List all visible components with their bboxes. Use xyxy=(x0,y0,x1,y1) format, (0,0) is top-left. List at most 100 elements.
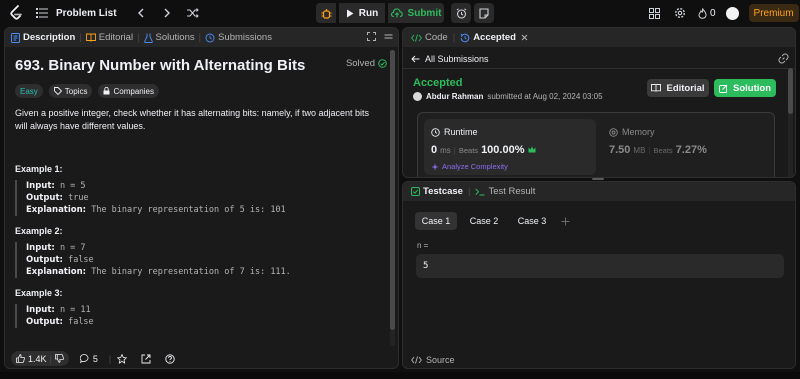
run-submit-group: Run Submit xyxy=(316,3,494,23)
memory-value: 7.50 xyxy=(609,144,631,156)
debug-button[interactable] xyxy=(316,3,336,23)
result-tabs: Code | Accepted xyxy=(403,28,795,47)
runtime-header: Runtime xyxy=(431,127,478,137)
thumbs-down-icon[interactable] xyxy=(54,354,64,363)
chevron-right-icon[interactable] xyxy=(159,5,175,21)
analyze-complexity-link[interactable]: Analyze Complexity xyxy=(431,162,508,171)
book-icon xyxy=(85,33,96,42)
flask-icon xyxy=(143,33,153,43)
layout-grid-icon[interactable] xyxy=(646,5,662,21)
runtime-beats: 100.00% xyxy=(481,144,525,156)
variable-input[interactable]: 5 xyxy=(416,254,784,278)
tab-testcase[interactable]: Testcase xyxy=(411,186,463,197)
add-case-icon[interactable] xyxy=(561,217,570,226)
minimize-icon[interactable] xyxy=(384,32,393,41)
case-tab[interactable]: Case 1 xyxy=(415,212,457,230)
close-icon[interactable] xyxy=(521,34,528,41)
tab-accepted[interactable]: Accepted xyxy=(460,32,528,43)
example-block: Input: n = 7 Output: false Explanation: … xyxy=(15,242,391,278)
solution-button[interactable]: Solution xyxy=(714,79,776,97)
companies-tag[interactable]: Companies xyxy=(98,84,159,98)
author-name[interactable]: Abdur Rahman xyxy=(426,92,483,101)
topics-tag[interactable]: Topics xyxy=(48,84,93,98)
chevron-left-icon[interactable] xyxy=(133,5,149,21)
sparkle-icon xyxy=(431,163,439,171)
alarm-clock-button[interactable] xyxy=(451,3,471,23)
case-tabs: Case 1 Case 2 Case 3 xyxy=(415,212,570,230)
star-icon[interactable] xyxy=(117,353,128,364)
editorial-button[interactable]: Editorial xyxy=(647,79,709,97)
description-scrollbar[interactable] xyxy=(390,50,395,346)
problem-list-icon[interactable] xyxy=(34,5,50,21)
example-input: n = 5 xyxy=(59,181,86,191)
like-count: 1.4K xyxy=(28,353,47,364)
problem-list-label[interactable]: Problem List xyxy=(56,8,117,19)
source-link[interactable]: Source xyxy=(411,355,455,365)
panel-controls xyxy=(367,32,393,41)
scrollbar-thumb[interactable] xyxy=(390,50,395,330)
tab-test-result-label: Test Result xyxy=(488,186,536,197)
comments-button[interactable]: 5 xyxy=(75,351,103,366)
case-tab[interactable]: Case 2 xyxy=(463,212,505,230)
submit-label: Submit xyxy=(407,7,442,19)
run-button[interactable]: Run xyxy=(339,3,385,23)
check-circle-icon xyxy=(378,59,387,68)
runtime-unit: ms xyxy=(440,146,451,155)
top-bar: Problem List Run Submit 0 Premium xyxy=(0,0,800,26)
runtime-label: Runtime xyxy=(444,127,478,137)
explanation-label: Explanation: xyxy=(26,205,87,215)
example-explanation: The binary representation of 5 is: 101 xyxy=(91,205,286,215)
example-output: false xyxy=(68,255,94,265)
tab-solutions[interactable]: Solutions xyxy=(143,32,195,43)
solved-label: Solved xyxy=(345,58,375,69)
testcase-tabs: Testcase | Test Result xyxy=(403,182,795,201)
memory-values: 7.50 MB | Beats 7.27% xyxy=(609,144,707,156)
top-bar-right: 0 Premium xyxy=(646,3,799,23)
footer-divider: | xyxy=(108,353,112,364)
gear-icon[interactable] xyxy=(672,5,688,21)
history-icon xyxy=(205,33,215,43)
tab-editorial-label: Editorial xyxy=(98,32,134,43)
checkbox-icon xyxy=(411,187,420,196)
description-footer: 1.4K | 5 | xyxy=(5,350,398,367)
tab-test-result[interactable]: Test Result xyxy=(475,186,535,197)
shuffle-icon[interactable] xyxy=(185,5,201,21)
runtime-card[interactable]: Runtime 0 ms | Beats 100.00% Analyze Com… xyxy=(424,119,596,175)
streak-counter[interactable]: 0 xyxy=(698,5,716,21)
expand-icon[interactable] xyxy=(367,32,376,41)
case-tab[interactable]: Case 3 xyxy=(511,212,553,230)
play-icon xyxy=(346,9,354,18)
like-button[interactable]: 1.4K | xyxy=(11,351,69,366)
example-heading: Example 1: xyxy=(15,164,63,174)
submit-button[interactable]: Submit xyxy=(388,3,444,23)
result-scrollbar[interactable] xyxy=(788,68,793,177)
terminal-icon xyxy=(475,188,485,196)
testcase-panel: Testcase | Test Result Case 1 Case 2 Cas… xyxy=(402,181,796,369)
tag-icon xyxy=(53,87,62,95)
example-heading: Example 3: xyxy=(15,288,63,298)
share-icon[interactable] xyxy=(141,354,151,364)
difficulty-badge[interactable]: Easy xyxy=(15,84,43,98)
topics-label: Topics xyxy=(64,86,88,96)
book-icon xyxy=(651,84,662,92)
tab-code[interactable]: Code xyxy=(411,32,448,43)
all-submissions-link[interactable]: All Submissions xyxy=(411,54,489,64)
premium-button[interactable]: Premium xyxy=(748,4,799,22)
tab-editorial[interactable]: Editorial xyxy=(85,32,134,43)
help-icon[interactable] xyxy=(165,353,175,364)
link-icon[interactable] xyxy=(778,53,789,64)
panel-resize-handle[interactable] xyxy=(592,178,604,180)
comment-count: 5 xyxy=(92,353,98,364)
tab-solutions-label: Solutions xyxy=(155,32,195,43)
notes-button[interactable] xyxy=(474,3,494,23)
runtime-value: 0 xyxy=(431,144,438,156)
tab-submissions[interactable]: Submissions xyxy=(205,32,272,43)
tab-divider: | xyxy=(198,32,202,43)
memory-card[interactable]: Memory 7.50 MB | Beats 7.27% xyxy=(604,119,770,175)
submission-meta: Abdur Rahman submitted at Aug 02, 2024 0… xyxy=(413,92,603,101)
avatar[interactable] xyxy=(725,6,739,20)
tab-description[interactable]: Description xyxy=(11,32,75,43)
thumbs-up-icon xyxy=(16,354,25,363)
scrollbar-thumb[interactable] xyxy=(788,68,793,114)
leetcode-logo-icon[interactable] xyxy=(8,5,24,21)
